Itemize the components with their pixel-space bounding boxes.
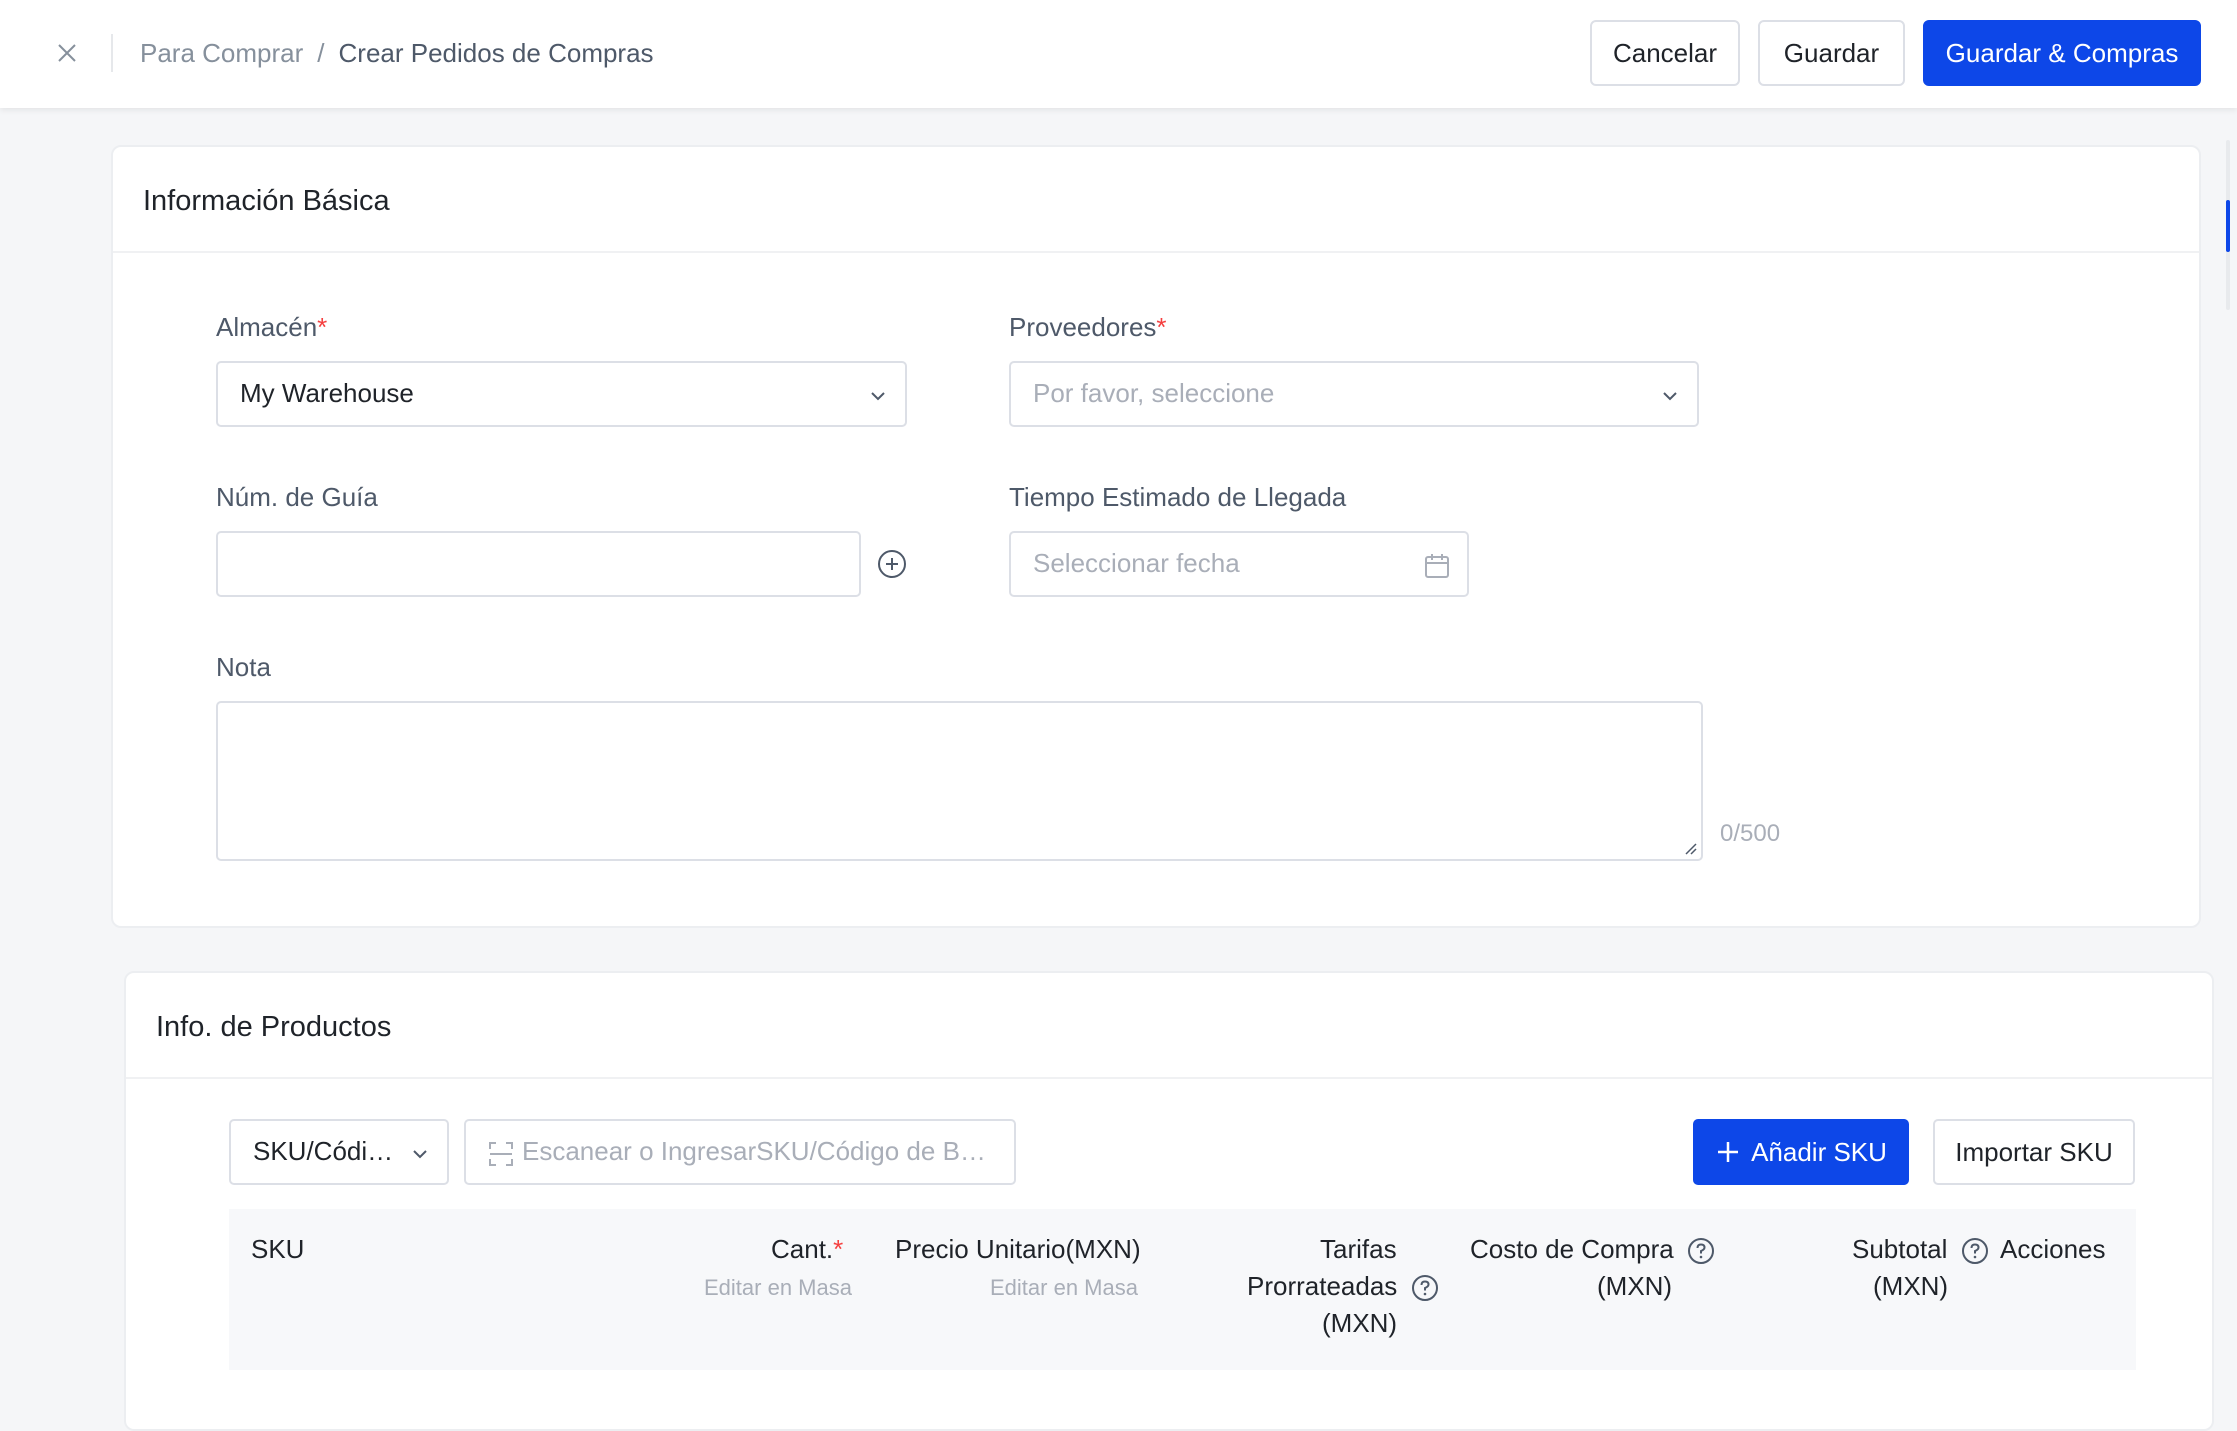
- products-table-header: SKU Cant.* Editar en Masa Precio Unitari…: [229, 1209, 2136, 1370]
- save-button[interactable]: Guardar: [1758, 20, 1905, 86]
- column-subtotal-line1: Subtotal: [1852, 1231, 1989, 1268]
- required-mark: *: [1156, 312, 1167, 342]
- top-bar: Para Comprar / Crear Pedidos de Compras …: [0, 0, 2237, 108]
- chevron-down-icon: [1663, 392, 1677, 401]
- column-cost-line1: Costo de Compra: [1470, 1231, 1715, 1268]
- warehouse-value: My Warehouse: [240, 378, 414, 408]
- column-actions: Acciones: [2000, 1234, 2106, 1264]
- column-subtotal-line2: (MXN): [1873, 1271, 1949, 1301]
- scrollbar-thumb[interactable]: [2226, 200, 2230, 252]
- note-char-counter: 0/500: [1720, 820, 1781, 847]
- column-cost-line1-text: Costo de Compra: [1470, 1234, 1674, 1264]
- warehouse-label-text: Almacén: [216, 312, 318, 342]
- note-label: Nota: [216, 652, 271, 682]
- column-unit-price: Precio Unitario(MXN): [895, 1234, 1141, 1264]
- plus-icon: [1718, 1142, 1739, 1162]
- eta-label: Tiempo Estimado de Llegada: [1009, 482, 1347, 512]
- supplier-label-text: Proveedores: [1009, 312, 1157, 342]
- supplier-label: Proveedores*: [1009, 312, 1167, 343]
- note-textarea[interactable]: [216, 701, 1703, 861]
- chevron-down-icon: [413, 1150, 427, 1159]
- calendar-icon: [1425, 554, 1449, 578]
- sku-search-input[interactable]: Escanear o IngresarSKU/Código de B…: [464, 1119, 1016, 1185]
- breadcrumb-current: Crear Pedidos de Compras: [338, 37, 654, 68]
- add-circle-icon[interactable]: [876, 548, 908, 580]
- chevron-down-icon: [871, 392, 885, 401]
- warehouse-label: Almacén*: [216, 312, 327, 343]
- save-and-purchase-button[interactable]: Guardar & Compras: [1923, 20, 2201, 86]
- eta-date-picker[interactable]: Seleccionar fecha: [1009, 531, 1469, 597]
- unit-price-bulk-edit-link[interactable]: Editar en Masa: [990, 1275, 1138, 1301]
- add-sku-label: Añadir SKU: [1751, 1136, 1887, 1167]
- tracking-number-input[interactable]: [216, 531, 861, 597]
- supplier-select[interactable]: Por favor, seleccione: [1009, 361, 1699, 427]
- add-sku-button[interactable]: Añadir SKU: [1693, 1119, 1909, 1185]
- column-qty: Cant.*: [771, 1231, 843, 1268]
- column-fees-line3: (MXN): [1322, 1308, 1398, 1338]
- cancel-button[interactable]: Cancelar: [1590, 20, 1740, 86]
- resize-handle-icon[interactable]: [1681, 839, 1697, 855]
- scan-icon[interactable]: [488, 1141, 514, 1167]
- required-mark: *: [317, 312, 328, 342]
- column-qty-label: Cant.: [771, 1234, 834, 1264]
- required-mark: *: [833, 1234, 844, 1264]
- breadcrumb: Para Comprar / Crear Pedidos de Compras: [140, 36, 654, 70]
- warehouse-select[interactable]: My Warehouse: [216, 361, 907, 427]
- basic-info-card: Información Básica Almacén* My Warehouse…: [111, 145, 2201, 928]
- products-title: Info. de Productos: [156, 1011, 392, 1043]
- card-header: Información Básica: [113, 147, 2199, 253]
- import-sku-button[interactable]: Importar SKU: [1933, 1119, 2135, 1185]
- search-type-value: SKU/Códi…: [253, 1136, 394, 1166]
- basic-info-title: Información Básica: [143, 185, 390, 217]
- close-icon[interactable]: [50, 36, 84, 70]
- breadcrumb-parent[interactable]: Para Comprar: [140, 38, 303, 69]
- breadcrumb-separator: /: [317, 37, 325, 68]
- column-cost-line2: (MXN): [1597, 1271, 1673, 1301]
- card-header: Info. de Productos: [126, 973, 2212, 1079]
- column-fees-line2: Prorrateadas: [1247, 1268, 1439, 1305]
- column-fees-line1: Tarifas: [1320, 1234, 1397, 1264]
- supplier-placeholder: Por favor, seleccione: [1033, 378, 1275, 408]
- sku-search-placeholder: Escanear o IngresarSKU/Código de B…: [522, 1136, 986, 1166]
- search-type-select[interactable]: SKU/Códi…: [229, 1119, 449, 1185]
- column-subtotal-line1-text: Subtotal: [1852, 1234, 1948, 1264]
- column-fees-line2-text: Prorrateadas: [1247, 1271, 1398, 1301]
- help-icon[interactable]: [1961, 1237, 1989, 1265]
- divider: [111, 34, 113, 72]
- help-icon[interactable]: [1687, 1237, 1715, 1265]
- tracking-label: Núm. de Guía: [216, 482, 378, 512]
- help-icon[interactable]: [1411, 1274, 1439, 1302]
- qty-bulk-edit-link[interactable]: Editar en Masa: [704, 1275, 852, 1301]
- eta-placeholder: Seleccionar fecha: [1033, 548, 1240, 578]
- column-sku: SKU: [251, 1234, 305, 1264]
